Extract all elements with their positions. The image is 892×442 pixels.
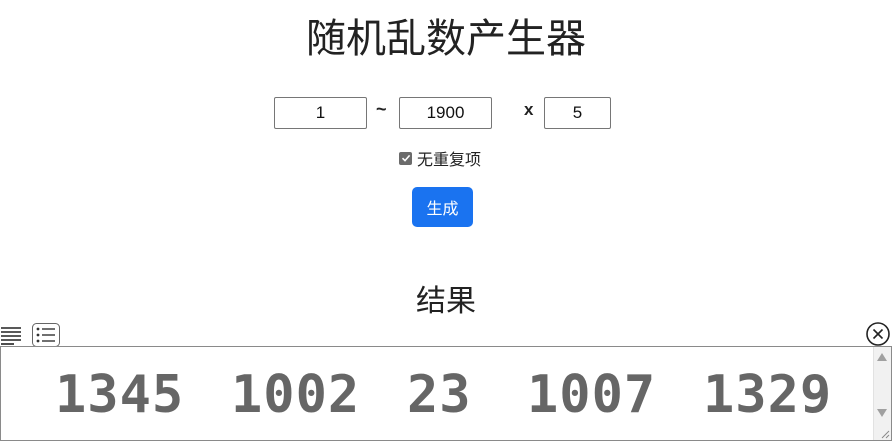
close-circle-icon[interactable] (865, 321, 891, 347)
result-number: 1002 (231, 365, 361, 425)
result-heading: 结果 (416, 284, 476, 319)
scroll-down-icon[interactable] (877, 409, 887, 417)
check-icon (401, 154, 410, 162)
result-output[interactable]: 1345 1002 23 1007 1329 (0, 346, 892, 441)
align-text-icon[interactable] (0, 322, 25, 348)
unique-label[interactable]: 无重复项 (417, 146, 481, 170)
range-row: ~ x (0, 97, 892, 129)
unique-checkbox[interactable] (399, 151, 412, 165)
generate-button[interactable]: 生成 (412, 187, 473, 227)
result-numbers: 1345 1002 23 1007 1329 (1, 347, 863, 442)
result-number: 23 (407, 365, 472, 425)
page-title: 随机乱数产生器 (306, 16, 586, 62)
range-separator: ~ (376, 99, 387, 119)
scroll-up-icon[interactable] (877, 353, 887, 361)
bullet-list-icon[interactable] (32, 322, 60, 348)
result-number: 1329 (703, 365, 833, 425)
max-input[interactable] (399, 97, 492, 129)
unique-option: 无重复项 (399, 147, 481, 169)
count-input[interactable] (544, 97, 611, 129)
resize-grip-icon[interactable] (880, 429, 890, 439)
result-number: 1007 (527, 365, 657, 425)
min-input[interactable] (274, 97, 367, 129)
result-number: 1345 (55, 365, 185, 425)
times-label: x (524, 100, 534, 119)
vertical-scrollbar[interactable] (873, 347, 891, 440)
